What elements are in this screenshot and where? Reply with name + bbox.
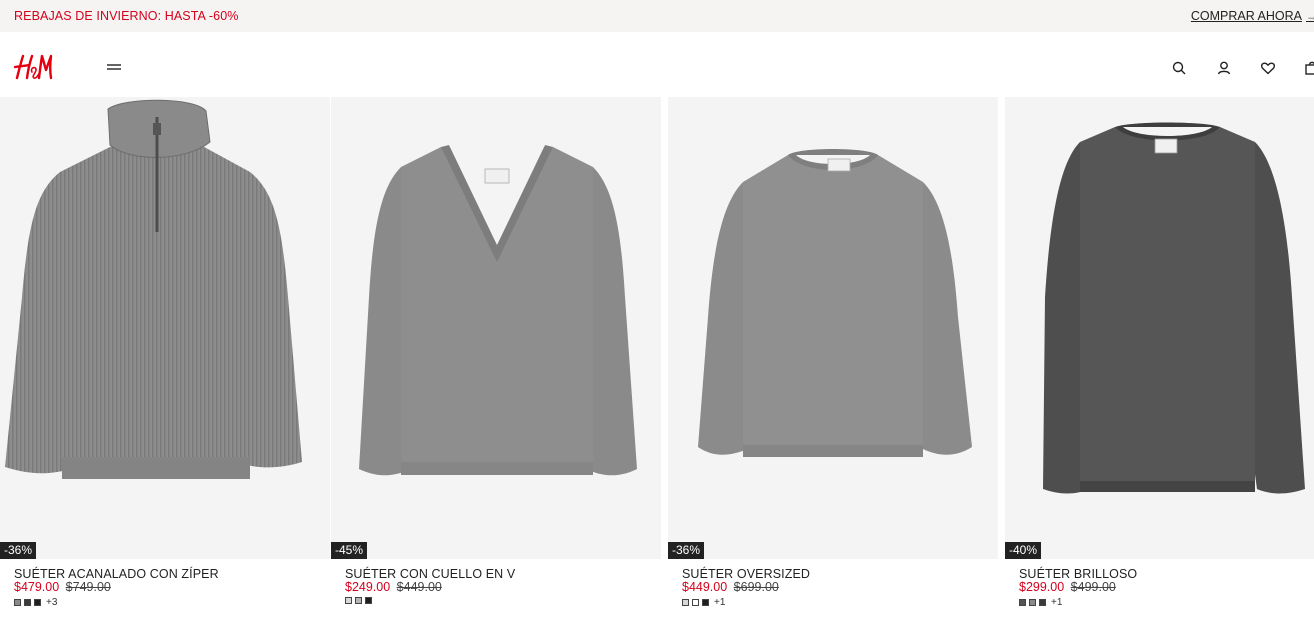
product-name[interactable]: SUÉTER OVERSIZED xyxy=(682,567,810,581)
site-header xyxy=(0,32,1314,97)
color-swatch[interactable] xyxy=(1029,599,1036,606)
product-card[interactable]: -45% SUÉTER CON CUELLO EN V $249.00 $449… xyxy=(331,97,661,620)
color-swatch[interactable] xyxy=(345,597,352,604)
sale-price: $299.00 xyxy=(1019,580,1065,594)
color-swatch[interactable] xyxy=(14,599,21,606)
account-icon xyxy=(1217,61,1231,75)
color-swatches: +3 xyxy=(14,597,57,608)
product-prices: $249.00 $449.00 xyxy=(345,580,442,594)
product-image[interactable] xyxy=(668,97,998,559)
color-swatch[interactable] xyxy=(355,597,362,604)
product-name[interactable]: SUÉTER ACANALADO CON ZÍPER xyxy=(14,567,219,581)
original-price: $499.00 xyxy=(1070,580,1116,594)
sweater-image xyxy=(0,97,330,559)
product-card[interactable]: -36% SUÉTER OVERSIZED $449.00 $699.00 +1 xyxy=(668,97,998,620)
more-colors-count: +1 xyxy=(1051,597,1063,608)
sweater-image xyxy=(331,97,661,559)
product-image[interactable] xyxy=(331,97,661,559)
color-swatch[interactable] xyxy=(34,599,41,606)
favorites-button[interactable] xyxy=(1259,59,1277,77)
product-grid: -36% SUÉTER ACANALADO CON ZÍPER $479.00 … xyxy=(0,97,1314,620)
menu-icon xyxy=(107,64,121,70)
shop-now-link[interactable]: COMPRAR AHORA → xyxy=(1191,9,1314,23)
product-image[interactable] xyxy=(0,97,330,559)
discount-badge: -40% xyxy=(1005,542,1042,559)
product-name[interactable]: SUÉTER BRILLOSO xyxy=(1019,567,1137,581)
color-swatch[interactable] xyxy=(365,597,372,604)
product-card[interactable]: -40% SUÉTER BRILLOSO $299.00 $499.00 +1 xyxy=(1005,97,1314,620)
more-colors-count: +3 xyxy=(46,597,58,608)
discount-badge: -36% xyxy=(668,542,705,559)
discount-badge: -45% xyxy=(331,542,368,559)
account-button[interactable] xyxy=(1215,59,1233,77)
sale-price: $479.00 xyxy=(14,580,60,594)
heart-icon xyxy=(1261,62,1275,75)
sale-price: $449.00 xyxy=(682,580,728,594)
search-button[interactable] xyxy=(1170,59,1188,77)
shop-now-label: COMPRAR AHORA xyxy=(1190,9,1302,23)
bag-button[interactable] xyxy=(1303,59,1314,77)
color-swatches xyxy=(345,597,372,604)
sweater-image xyxy=(1005,97,1314,559)
original-price: $699.00 xyxy=(733,580,779,594)
sale-price: $249.00 xyxy=(345,580,391,594)
product-prices: $299.00 $499.00 xyxy=(1019,580,1116,594)
promo-text: REBAJAS DE INVIERNO: HASTA -60% xyxy=(14,9,239,23)
arrow-right-icon: → xyxy=(1306,9,1314,23)
discount-badge: -36% xyxy=(0,542,37,559)
product-name[interactable]: SUÉTER CON CUELLO EN V xyxy=(345,567,515,581)
color-swatch[interactable] xyxy=(702,599,709,606)
color-swatches: +1 xyxy=(682,597,725,608)
color-swatches: +1 xyxy=(1019,597,1062,608)
menu-button[interactable] xyxy=(104,60,124,76)
color-swatch[interactable] xyxy=(1019,599,1026,606)
color-swatch[interactable] xyxy=(24,599,31,606)
product-card[interactable]: -36% SUÉTER ACANALADO CON ZÍPER $479.00 … xyxy=(0,97,330,620)
sweater-image xyxy=(668,97,998,559)
product-prices: $479.00 $749.00 xyxy=(14,580,111,594)
bag-icon xyxy=(1305,61,1314,75)
search-icon xyxy=(1172,61,1186,75)
product-image[interactable] xyxy=(1005,97,1314,559)
more-colors-count: +1 xyxy=(714,597,726,608)
color-swatch[interactable] xyxy=(692,599,699,606)
logo-mark xyxy=(13,54,53,80)
color-swatch[interactable] xyxy=(682,599,689,606)
product-prices: $449.00 $699.00 xyxy=(682,580,779,594)
color-swatch[interactable] xyxy=(1039,599,1046,606)
brand-logo[interactable] xyxy=(13,52,55,82)
promo-bar: REBAJAS DE INVIERNO: HASTA -60% COMPRAR … xyxy=(0,0,1314,32)
original-price: $449.00 xyxy=(396,580,442,594)
original-price: $749.00 xyxy=(65,580,111,594)
